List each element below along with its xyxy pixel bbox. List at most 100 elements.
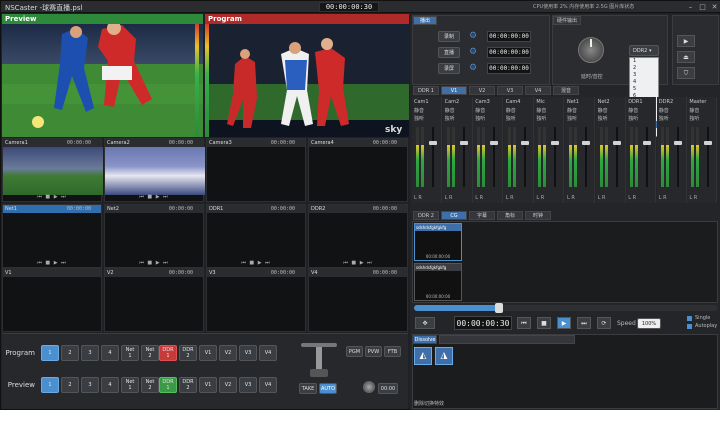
audio-fader-track[interactable] — [676, 127, 679, 187]
ddr-dropdown-item[interactable]: 2 — [630, 65, 658, 72]
audio-fader-track[interactable] — [615, 127, 618, 187]
solo-checkbox-label[interactable]: 独听 — [567, 115, 577, 122]
hardware-output-tab[interactable]: 硬件输出 — [553, 16, 581, 25]
audio-fader-knob[interactable] — [582, 141, 590, 145]
program-bus-button[interactable]: 4 — [101, 345, 119, 361]
audio-fader-track[interactable] — [554, 127, 557, 187]
mute-checkbox-label[interactable]: 静音 — [689, 107, 699, 114]
ddr-tab[interactable]: DDR 2 — [413, 211, 439, 220]
preview-bus-button[interactable]: V2 — [219, 377, 237, 393]
audio-tab[interactable]: V2 — [469, 86, 495, 95]
ddr-progress-thumb[interactable] — [495, 303, 504, 313]
source-tile[interactable]: V4 00:00:00 — [308, 268, 408, 332]
pvw-mode-button[interactable]: PVW — [365, 346, 382, 357]
audio-tab[interactable]: 混音 — [553, 86, 579, 95]
ddr-tab[interactable]: 字幕 — [469, 211, 495, 220]
next-icon[interactable]: ⏭ — [577, 317, 591, 329]
mute-checkbox-label[interactable]: 静音 — [659, 107, 669, 114]
preview-bus-button[interactable]: DDR 1 — [159, 377, 177, 393]
minimize-button[interactable]: – — [685, 2, 696, 12]
program-bus-button[interactable]: V2 — [219, 345, 237, 361]
preview-bus-button[interactable]: V1 — [199, 377, 217, 393]
audio-fader-knob[interactable] — [490, 141, 499, 145]
ddr-tab[interactable]: 角标 — [497, 211, 523, 220]
program-bus-button[interactable]: DDR 1 — [159, 345, 177, 361]
program-bus-button[interactable]: 3 — [81, 345, 99, 361]
preview-bus-button[interactable]: 4 — [101, 377, 119, 393]
ddr-dropdown-item[interactable]: 4 — [630, 79, 658, 86]
mute-checkbox-label[interactable]: 静音 — [445, 107, 455, 114]
move-icon[interactable]: ✥ — [415, 317, 435, 329]
eject-icon[interactable]: ⏏ — [677, 51, 695, 63]
source-transport-icons[interactable]: ⏮ ■ ▶ ⏭ — [207, 260, 305, 267]
solo-checkbox-label[interactable]: 独听 — [689, 115, 699, 122]
mute-checkbox-label[interactable]: 静音 — [628, 107, 638, 114]
program-bus-button[interactable]: V4 — [259, 345, 277, 361]
preview-bus-button[interactable]: 2 — [61, 377, 79, 393]
preview-bus-button[interactable]: 1 — [41, 377, 59, 393]
audio-tab[interactable]: V4 — [525, 86, 551, 95]
prev-icon[interactable]: ⏮ — [517, 317, 531, 329]
source-transport-icons[interactable]: ⏮ ■ ▶ ⏭ — [3, 260, 101, 267]
output-row-button[interactable]: 直播 — [438, 47, 460, 58]
ddr-clip[interactable]: sdshdsfgkfgkfg 00:00:00:00 — [414, 223, 462, 261]
audio-fader-track[interactable] — [646, 127, 649, 187]
audio-fader-knob[interactable] — [612, 141, 621, 145]
ddr-tab[interactable]: 时钟 — [525, 211, 551, 220]
dissolve-tab[interactable]: Dissolve — [413, 335, 437, 344]
audio-fader-track[interactable] — [462, 127, 465, 187]
ddr-dropdown-item[interactable]: 1 — [630, 58, 658, 65]
solo-checkbox-label[interactable]: 独听 — [506, 115, 516, 122]
mute-checkbox-label[interactable]: 静音 — [475, 107, 485, 114]
autoplay-checkbox[interactable] — [687, 324, 692, 329]
program-bus-button[interactable]: Net 1 — [121, 345, 139, 361]
gear-icon[interactable]: ⚙ — [469, 63, 479, 74]
solo-checkbox-label[interactable]: 独听 — [536, 115, 546, 122]
mute-checkbox-label[interactable]: 静音 — [536, 107, 546, 114]
close-button[interactable]: ✕ — [709, 2, 720, 12]
source-tile[interactable]: V1 — [2, 268, 102, 332]
maximize-button[interactable]: □ — [697, 2, 708, 12]
preview-bus-button[interactable]: Net 1 — [121, 377, 139, 393]
audio-fader-knob[interactable] — [704, 141, 713, 145]
preview-monitor[interactable] — [2, 24, 203, 137]
ddr-tab[interactable]: CG — [441, 211, 467, 220]
source-tile[interactable]: Net2 00:00:00 ⏮ ■ ▶ ⏭ — [104, 204, 204, 268]
audio-tab[interactable]: DDR 1 — [413, 86, 439, 95]
preview-bus-button[interactable]: 3 — [81, 377, 99, 393]
source-tile[interactable]: Camera4 00:00:00 — [308, 138, 408, 202]
output-tab[interactable]: 播出 — [413, 16, 437, 25]
solo-checkbox-label[interactable]: 独听 — [598, 115, 608, 122]
pgm-mode-button[interactable]: PGM — [346, 346, 363, 357]
source-tile[interactable]: Camera1 00:00:00 ⏮ ■ ▶ ⏭ — [2, 138, 103, 202]
play-icon[interactable]: ▶ — [677, 35, 695, 47]
source-tile[interactable]: Camera2 00:00:00 ⏮ ■ ▶ ⏭ — [104, 138, 205, 202]
mute-checkbox-label[interactable]: 静音 — [414, 107, 424, 114]
dissolve-effect-1-icon[interactable]: ◭ — [414, 347, 432, 365]
source-tile[interactable]: Net1 00:00:00 ⏮ ■ ▶ ⏭ — [2, 204, 102, 268]
source-transport-icons[interactable]: ⏮ ■ ▶ ⏭ — [105, 260, 203, 267]
auto-button[interactable]: AUTO — [319, 383, 337, 394]
program-bus-button[interactable]: DDR 2 — [179, 345, 197, 361]
solo-checkbox-label[interactable]: 独听 — [659, 115, 669, 122]
ddr-select[interactable]: DDR2 ▾ — [629, 45, 659, 56]
gear-icon[interactable]: ⚙ — [469, 31, 479, 42]
audio-tab[interactable]: V3 — [497, 86, 523, 95]
preview-bus-button[interactable]: V4 — [259, 377, 277, 393]
mute-checkbox-label[interactable]: 静音 — [567, 107, 577, 114]
transition-knob[interactable] — [363, 381, 375, 393]
program-bus-button[interactable]: V3 — [239, 345, 257, 361]
source-tile[interactable]: V2 00:00:00 — [104, 268, 204, 332]
solo-checkbox-label[interactable]: 独听 — [628, 115, 638, 122]
solo-checkbox-label[interactable]: 独听 — [414, 115, 424, 122]
audio-fader-knob[interactable] — [673, 141, 682, 145]
source-tile[interactable]: Camera3 00:00:00 — [206, 138, 306, 202]
source-transport-icons[interactable]: ⏮ ■ ▶ ⏭ — [3, 194, 101, 201]
ddr-progress-track[interactable] — [414, 305, 718, 311]
output-row-button[interactable]: 录屏 — [438, 63, 460, 74]
ftb-mode-button[interactable]: FTB — [384, 346, 401, 357]
preview-bus-button[interactable]: V3 — [239, 377, 257, 393]
audio-fader-knob[interactable] — [551, 141, 560, 145]
gear-icon[interactable]: ⚙ — [469, 47, 479, 58]
audio-fader-track[interactable] — [432, 127, 434, 187]
